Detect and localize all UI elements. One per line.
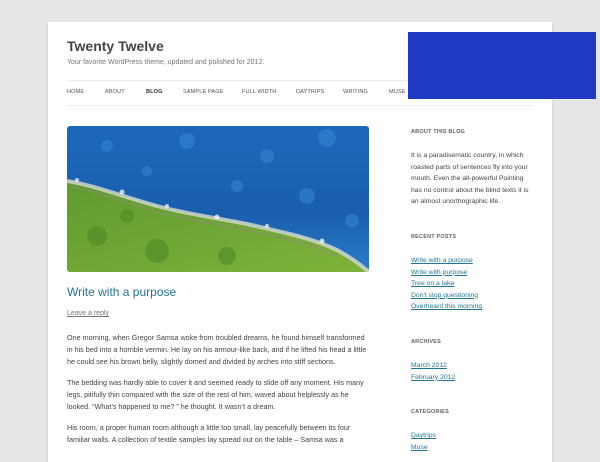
archive-link[interactable]: March 2012 <box>411 360 455 372</box>
archives-list: March 2012 February 2012 <box>411 360 455 383</box>
text-line: familiar walls. A collection of textile … <box>67 435 344 444</box>
text-line: The bedding was hardly able to cover it … <box>67 378 364 387</box>
coastline-image <box>67 126 369 272</box>
post-paragraph-3: His room, a proper human room although a… <box>67 422 372 446</box>
text-line: His room, a proper human room although a… <box>67 423 351 432</box>
nav-blog[interactable]: BLOG <box>146 89 163 95</box>
leave-reply-link[interactable]: Leave a reply <box>67 310 109 317</box>
text-line: in his bed into a horrible vermin. He la… <box>67 345 367 354</box>
text-line: looked. “What’s happened to me? ” he tho… <box>67 402 276 411</box>
featured-image <box>67 126 369 272</box>
recent-posts-list: Write with a purpose Write with purpose … <box>411 255 482 313</box>
text-line: roasted parts of sentences fly into your <box>411 163 528 171</box>
text-line: has no control about the blind texts it … <box>411 186 529 194</box>
nav-home[interactable]: HOME <box>67 89 84 95</box>
nav-sample-page[interactable]: SAMPLE PAGE <box>183 89 223 95</box>
recent-post-link[interactable]: Overheard this morning <box>411 301 482 313</box>
recent-post-link[interactable]: Don't stop questioning <box>411 290 482 302</box>
text-line: he could see his brown belly, slightly d… <box>67 357 336 366</box>
nav-full-width[interactable]: FULL WIDTH <box>242 89 276 95</box>
post-paragraph-1: One morning, when Gregor Samsa woke from… <box>67 332 372 368</box>
overlay-block <box>408 32 596 99</box>
post-paragraph-2: The bedding was hardly able to cover it … <box>67 377 372 413</box>
recent-post-link[interactable]: Write with a purpose <box>411 255 482 267</box>
sidebar-heading-recent: RECENT POSTS <box>411 234 457 240</box>
site-description: Your favorite WordPress theme, updated a… <box>67 59 265 66</box>
nav-about[interactable]: ABOUT <box>105 89 125 95</box>
recent-post-link[interactable]: Tree on a lake <box>411 278 482 290</box>
text-line: mouth. Even the all-powerful Pointing <box>411 175 524 182</box>
nav-writing[interactable]: WRITING <box>343 89 368 95</box>
recent-post-link[interactable]: Write with purpose <box>411 267 482 279</box>
category-link[interactable]: Daytrips <box>411 430 436 442</box>
nav-daytrips[interactable]: DAYTRIPS <box>296 89 324 95</box>
site-title[interactable]: Twenty Twelve <box>67 38 164 54</box>
sidebar-heading-about: ABOUT THIS BLOG <box>411 129 466 135</box>
text-line: One morning, when Gregor Samsa woke from… <box>67 333 365 342</box>
text-line: It is a paradisematic country, in which <box>411 152 524 159</box>
sidebar-heading-archives: ARCHIVES <box>411 339 442 345</box>
post-title[interactable]: Write with a purpose <box>67 285 176 299</box>
archive-link[interactable]: February 2012 <box>411 372 455 384</box>
text-line: legs, pitifully thin compared with the s… <box>67 390 349 399</box>
sidebar-heading-categories: CATEGORIES <box>411 409 449 415</box>
text-line: an almost unorthographic life. <box>411 198 501 205</box>
category-link[interactable]: Muse <box>411 442 436 454</box>
nav-muse[interactable]: MUSE <box>389 89 406 95</box>
sidebar-about-text: It is a paradisematic country, in which … <box>411 150 536 208</box>
